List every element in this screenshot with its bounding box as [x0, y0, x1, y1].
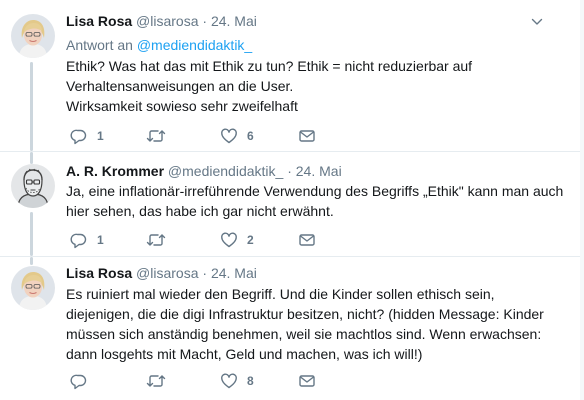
like-count: 6	[247, 129, 254, 143]
retweet-icon	[146, 375, 166, 387]
like-button[interactable]: 8	[220, 371, 254, 391]
replying-to: Antwort an @mediendidaktik_	[66, 36, 252, 54]
replying-to-mention[interactable]: @mediendidaktik_	[137, 37, 252, 53]
tweet-text-line: Es ruiniert mal wieder den Begriff. Und …	[66, 286, 495, 302]
reply-icon	[70, 233, 87, 249]
like-icon	[221, 128, 237, 144]
tweet-text-line: Verhaltensanweisungen an die User.	[66, 78, 294, 94]
tweet-text: Es ruiniert mal wieder den Begriff. Und …	[66, 284, 566, 364]
author-handle[interactable]: @mediendidaktik_	[168, 163, 283, 179]
tweet-actions: 1 6	[66, 126, 366, 146]
tweet-text: Ja, eine inflationär-irreführende Verwen…	[66, 181, 566, 221]
tweet-text-line: dann losgehts mit Macht, Geld und machen…	[66, 346, 423, 362]
author-name[interactable]: Lisa Rosa	[66, 13, 132, 29]
like-count: 8	[247, 374, 254, 388]
tweet-text-line: müssen sich anständig benehmen, weil sie…	[66, 326, 542, 342]
tweet-header: Lisa Rosa @lisarosa · 24. Mai	[66, 12, 257, 30]
tweet-timestamp[interactable]: 24. Mai	[211, 13, 257, 29]
thread-connector	[30, 212, 33, 256]
retweet-icon	[146, 234, 166, 246]
header-separator: ·	[202, 13, 208, 29]
direct-message-button[interactable]	[298, 371, 316, 391]
tweet-2[interactable]: A. R. Krommer @mediendidaktik_ · 24. Mai…	[0, 152, 584, 256]
like-count: 2	[247, 233, 254, 247]
like-icon	[221, 232, 237, 248]
avatar[interactable]	[11, 266, 55, 310]
retweet-button[interactable]	[146, 371, 175, 391]
reply-icon	[70, 129, 87, 145]
tweet-text-line: diejenigen, die die digi Infrastruktur b…	[66, 306, 544, 322]
chevron-down-icon[interactable]	[530, 15, 544, 29]
tweet-thread: Lisa Rosa @lisarosa · 24. Mai Antwort an…	[0, 0, 584, 400]
reply-button[interactable]: 1	[70, 126, 104, 146]
author-name[interactable]: Lisa Rosa	[66, 265, 132, 281]
tweet-3[interactable]: Lisa Rosa @lisarosa · 24. Mai Es ruinier…	[0, 257, 584, 400]
tweet-actions: 8	[66, 371, 366, 391]
direct-message-icon	[299, 375, 315, 387]
direct-message-button[interactable]	[298, 126, 316, 146]
thread-connector	[30, 257, 33, 265]
reply-button[interactable]	[70, 371, 97, 391]
tweet-text-line: Wirksamkeit sowieso sehr zweifelhaft	[66, 98, 298, 114]
replying-to-label: Antwort an	[66, 37, 133, 53]
reply-count: 1	[97, 129, 104, 143]
header-separator: ·	[287, 163, 292, 179]
like-icon	[221, 373, 237, 389]
tweet-timestamp[interactable]: 24. Mai	[211, 265, 257, 281]
avatar-lisa-rosa-image	[11, 266, 55, 310]
tweet-actions: 1 2	[66, 230, 366, 250]
avatar[interactable]	[11, 14, 55, 58]
tweet-timestamp[interactable]: 24. Mai	[296, 163, 342, 179]
tweet-text-line: Ethik? Was hat das mit Ethik zu tun? Eth…	[66, 58, 473, 74]
tweet-text: Ethik? Was hat das mit Ethik zu tun? Eth…	[66, 56, 566, 116]
tweet-header: Lisa Rosa @lisarosa · 24. Mai	[66, 264, 257, 282]
avatar[interactable]	[11, 164, 55, 208]
reply-count: 1	[97, 233, 104, 247]
direct-message-icon	[299, 234, 315, 246]
author-handle[interactable]: @lisarosa	[136, 265, 198, 281]
avatar-lisa-rosa-image	[11, 14, 55, 58]
direct-message-button[interactable]	[298, 230, 316, 250]
tweet-text-line: Ja, eine inflationär-irreführende Verwen…	[66, 183, 564, 199]
retweet-button[interactable]	[146, 126, 175, 146]
avatar-krommer-image	[11, 164, 55, 208]
like-button[interactable]: 2	[220, 230, 254, 250]
tweet-text-line: hier sehen, das habe ich gar nicht erwäh…	[66, 203, 334, 219]
scrollbar[interactable]	[580, 0, 584, 400]
like-button[interactable]: 6	[220, 126, 254, 146]
thread-connector	[30, 62, 33, 151]
tweet-1[interactable]: Lisa Rosa @lisarosa · 24. Mai Antwort an…	[0, 0, 584, 151]
thread-connector	[30, 152, 33, 164]
reply-icon	[70, 374, 87, 390]
author-name[interactable]: A. R. Krommer	[66, 163, 164, 179]
retweet-icon	[146, 130, 166, 142]
direct-message-icon	[299, 130, 315, 142]
header-separator: ·	[202, 265, 208, 281]
retweet-button[interactable]	[146, 230, 175, 250]
author-handle[interactable]: @lisarosa	[136, 13, 198, 29]
tweet-header: A. R. Krommer @mediendidaktik_ · 24. Mai	[66, 162, 342, 180]
reply-button[interactable]: 1	[70, 230, 104, 250]
